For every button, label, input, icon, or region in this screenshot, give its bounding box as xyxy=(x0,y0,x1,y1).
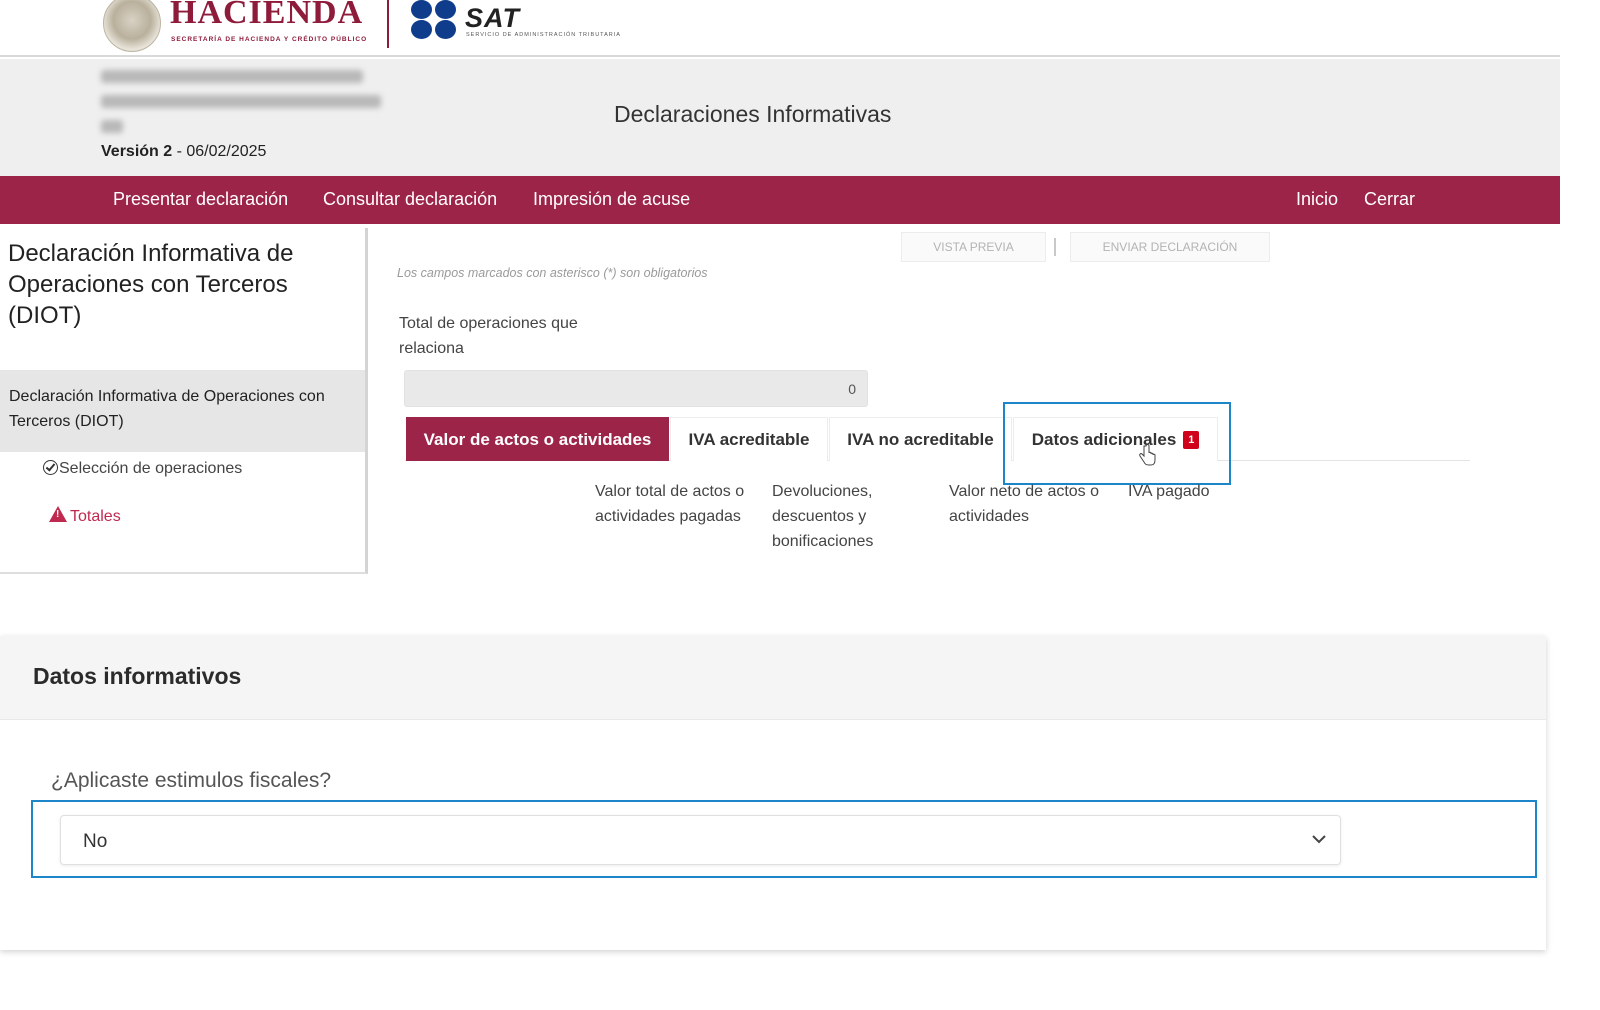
column-iva-pagado: IVA pagado xyxy=(1128,483,1210,500)
nav-inicio[interactable]: Inicio xyxy=(1296,189,1338,210)
nav-impresion-acuse[interactable]: Impresión de acuse xyxy=(533,189,690,210)
redacted-rfc-line xyxy=(101,70,363,83)
main-nav: Presentar declaración Consultar declarac… xyxy=(0,176,1560,224)
warning-icon xyxy=(49,506,67,522)
sat-dots-icon xyxy=(411,0,459,40)
redacted-name-line-2 xyxy=(101,120,123,133)
hand-cursor-icon xyxy=(1139,444,1156,466)
sidebar-item-diot[interactable]: Declaración Informativa de Operaciones c… xyxy=(0,370,365,452)
tab-iva-acreditable[interactable]: IVA acreditable xyxy=(670,417,828,461)
estimulos-select[interactable]: No xyxy=(60,815,1341,865)
sidebar-link-seleccion[interactable]: Selección de operaciones xyxy=(43,460,242,478)
redacted-name-line xyxy=(101,95,381,108)
version-info: Versión 2 - 06/02/2025 xyxy=(101,143,266,161)
sat-subtitle: SERVICIO DE ADMINISTRACIÓN TRIBUTARIA xyxy=(466,32,621,38)
tab-valor-actos[interactable]: Valor de actos o actividades xyxy=(406,417,669,461)
send-declaration-button[interactable]: ENVIAR DECLARACIÓN xyxy=(1070,232,1270,262)
total-operations-field: 0 xyxy=(404,370,868,407)
column-devoluciones: Devoluciones, descuentos y bonificacione… xyxy=(772,483,874,550)
chevron-down-icon xyxy=(1312,835,1326,844)
version-date: - 06/02/2025 xyxy=(172,143,267,160)
sidebar-link-label: Selección de operaciones xyxy=(59,460,243,477)
logo-band: HACIENDA SECRETARÍA DE HACIENDA Y CRÉDIT… xyxy=(0,0,1560,57)
app-title: Declaraciones Informativas xyxy=(614,101,892,127)
check-circle-icon xyxy=(43,460,58,475)
sidebar: Declaración Informativa de Operaciones c… xyxy=(0,228,368,574)
panel-title: Datos informativos xyxy=(33,663,242,689)
hacienda-subtitle: SECRETARÍA DE HACIENDA Y CRÉDITO PÚBLICO xyxy=(171,36,368,43)
sidebar-link-totales[interactable]: Totales xyxy=(49,506,121,526)
sidebar-item-label: Declaración Informativa de Operaciones c… xyxy=(9,388,325,430)
datos-informativos-panel: Datos informativos ¿Aplicaste estimulos … xyxy=(0,636,1546,950)
select-value: No xyxy=(83,831,108,852)
sidebar-title: Declaración Informativa de Operaciones c… xyxy=(8,240,294,329)
tab-iva-no-acreditable[interactable]: IVA no acreditable xyxy=(829,417,1012,461)
nav-presentar-declaracion[interactable]: Presentar declaración xyxy=(113,189,288,210)
nav-consultar-declaracion[interactable]: Consultar declaración xyxy=(323,189,497,210)
sidebar-link-label: Totales xyxy=(70,508,121,525)
panel-header: Datos informativos xyxy=(0,636,1546,720)
sat-logo: SAT xyxy=(465,3,520,33)
mexico-seal-icon xyxy=(103,0,161,52)
toolbar-divider xyxy=(1054,238,1056,256)
preview-button[interactable]: VISTA PREVIA xyxy=(901,232,1046,262)
tab-datos-adicionales[interactable]: Datos adicionales 1 xyxy=(1013,417,1218,461)
column-valor-total: Valor total de actos o actividades pagad… xyxy=(595,483,745,525)
hacienda-logo: HACIENDA xyxy=(170,0,364,31)
mandatory-note: Los campos marcados con asterisco (*) so… xyxy=(397,266,708,280)
estimulos-question: ¿Aplicaste estimulos fiscales? xyxy=(51,769,332,792)
logo-divider xyxy=(387,0,389,48)
nav-cerrar[interactable]: Cerrar xyxy=(1364,189,1415,210)
column-valor-neto: Valor neto de actos o actividades xyxy=(949,483,1100,525)
notification-badge: 1 xyxy=(1183,430,1200,449)
version-label: Versión 2 xyxy=(101,143,173,160)
total-operations-label: Total de operaciones que relaciona xyxy=(399,315,578,357)
